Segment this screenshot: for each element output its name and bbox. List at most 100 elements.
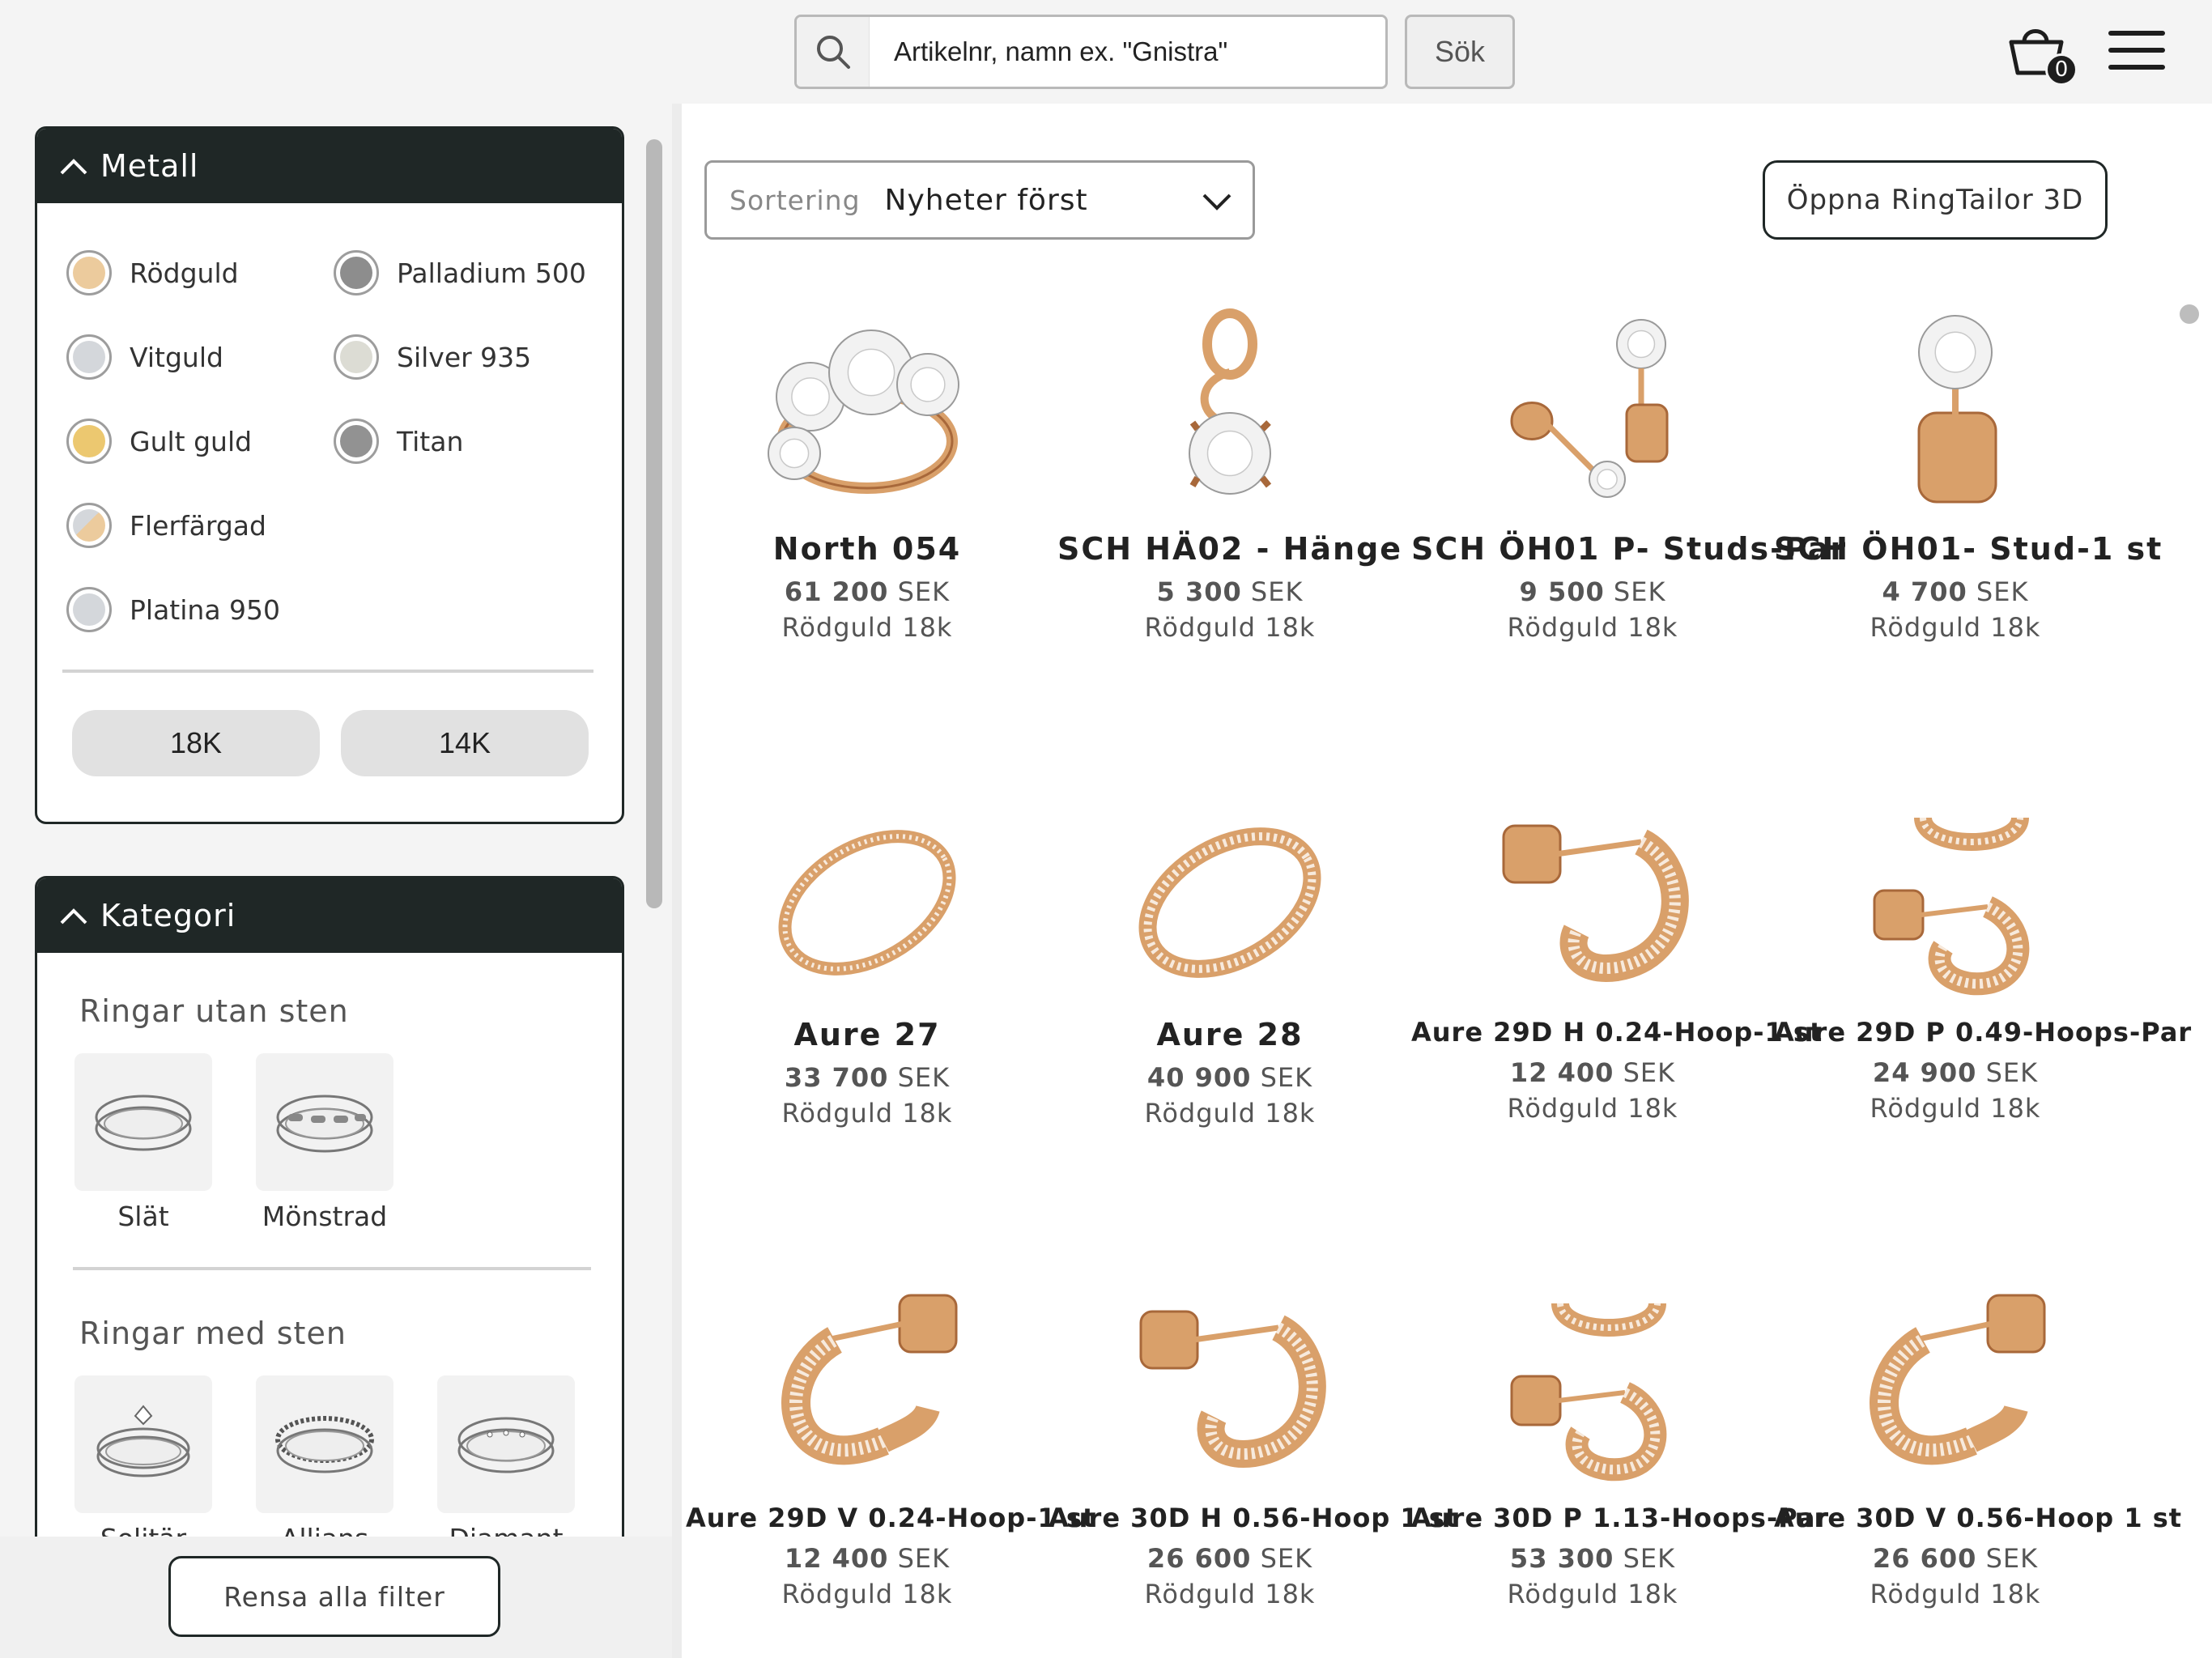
metal-option-label: Palladium 500 [397, 257, 586, 289]
chevron-down-icon [1202, 193, 1231, 210]
metal-option-flerfargad[interactable]: Flerfärgad [66, 503, 266, 548]
product-metal: Rödguld 18k [781, 1098, 953, 1129]
product-name[interactable]: Aure 30D H 0.56-Hoop 1 st [1049, 1503, 1457, 1533]
metal-option-platina[interactable]: Platina 950 [66, 587, 280, 632]
metal-option-palladium[interactable]: Palladium 500 [334, 250, 586, 295]
open-ringtailor-3d-button[interactable]: Öppna RingTailor 3D [1763, 160, 2108, 240]
price-currency: SEK [1623, 1543, 1676, 1574]
category-item-slat[interactable]: Slät [74, 1053, 212, 1232]
product-name[interactable]: SCH HÄ02 - Hänge [1049, 531, 1411, 567]
product-name[interactable]: SCH ÖH01- Stud-1 st [1774, 531, 2161, 567]
price-amount: 53 300 [1509, 1543, 1614, 1574]
product-metal: Rödguld 18k [1144, 1098, 1316, 1129]
product-image[interactable] [1774, 1263, 2137, 1482]
price-amount: 5 300 [1156, 576, 1242, 607]
product-metal: Rödguld 18k [781, 1579, 953, 1609]
price-amount: 12 400 [1509, 1057, 1614, 1088]
metal-options: Rödguld Palladium 500 Vitguld Silver 935… [37, 203, 622, 776]
clear-all-filters-button[interactable]: Rensa alla filter [168, 1556, 500, 1637]
category-item-label: Slät [117, 1201, 169, 1232]
product-metal: Rödguld 18k [1144, 612, 1316, 643]
product-name[interactable]: Aure 27 [686, 1017, 1049, 1052]
category-panel-title: Kategori [100, 898, 236, 933]
product-card[interactable]: Aure 29D V 0.24-Hoop-1 st 12 400 SEK Rödgu… [686, 1263, 1095, 1609]
product-image[interactable] [1049, 291, 1411, 510]
metal-option-vitguld[interactable]: Vitguld [66, 334, 223, 380]
product-name[interactable]: SCH ÖH01 P- Studs-Par [1411, 531, 1845, 567]
product-name[interactable]: North 054 [686, 531, 1049, 567]
product-card[interactable]: SCH ÖH01 P- Studs-Par 9 500 SEK Rödguld 18… [1411, 291, 1845, 643]
metal-option-titan[interactable]: Titan [334, 419, 463, 464]
cart-button[interactable]: 0 [2006, 21, 2081, 86]
price-currency: SEK [897, 576, 951, 607]
patterned-ring-icon [256, 1053, 393, 1191]
price-currency: SEK [1260, 1543, 1313, 1574]
plain-ring-icon [74, 1053, 212, 1191]
product-card[interactable]: Aure 29D H 0.24-Hoop-1 st 12 400 SEK Rödgu… [1411, 777, 1822, 1124]
product-name[interactable]: Aure 29D V 0.24-Hoop-1 st [686, 1503, 1095, 1533]
product-price: 26 600 SEK [1774, 1543, 2137, 1574]
metal-option-silver[interactable]: Silver 935 [334, 334, 531, 380]
product-card[interactable]: Aure 30D V 0.56-Hoop 1 st 26 600 SEK Rödgu… [1774, 1263, 2181, 1609]
product-price: 40 900 SEK [1049, 1062, 1411, 1093]
product-card[interactable]: Aure 29D P 0.49-Hoops-Par 24 900 SEK Rödgu… [1774, 777, 2191, 1124]
price-currency: SEK [1985, 1543, 2039, 1574]
product-metal: Rödguld 18k [1507, 612, 1678, 643]
product-image[interactable] [1411, 1263, 1774, 1482]
cart-count-badge: 0 [2045, 53, 2078, 86]
metal-option-rodguld[interactable]: Rödguld [66, 250, 239, 295]
chevron-up-icon [60, 908, 87, 925]
search-icon[interactable] [797, 17, 870, 87]
category-item-monstrad[interactable]: Mönstrad [256, 1053, 393, 1232]
category-item-allians[interactable]: Allians [256, 1375, 393, 1537]
product-name[interactable]: Aure 29D H 0.24-Hoop-1 st [1411, 1017, 1822, 1048]
product-image[interactable] [686, 777, 1049, 996]
metal-option-gult-guld[interactable]: Gult guld [66, 419, 252, 464]
product-image[interactable] [686, 1263, 1049, 1482]
sidebar-scrollbar[interactable] [646, 139, 662, 908]
karat-18k-button[interactable]: 18K [72, 710, 320, 776]
product-image[interactable] [1774, 291, 2137, 510]
karat-14k-button[interactable]: 14K [341, 710, 589, 776]
product-card[interactable]: Aure 28 40 900 SEK Rödguld 18k [1049, 777, 1411, 1129]
metal-swatch [340, 341, 372, 373]
search-input[interactable] [870, 17, 1385, 87]
product-metal: Rödguld 18k [1144, 1579, 1316, 1609]
metal-swatch [73, 509, 105, 542]
product-name[interactable]: Aure 28 [1049, 1017, 1411, 1052]
product-image[interactable] [686, 291, 1049, 510]
metal-swatch [73, 257, 105, 289]
product-image[interactable] [1411, 291, 1774, 510]
solitaire-ring-icon [74, 1375, 212, 1513]
category-item-solitar[interactable]: Solitär [74, 1375, 212, 1537]
product-name[interactable]: Aure 30D P 1.13-Hoops-Par [1411, 1503, 1828, 1533]
price-amount: 24 900 [1872, 1057, 1977, 1088]
product-card[interactable]: Aure 27 33 700 SEK Rödguld 18k [686, 777, 1049, 1129]
product-price: 24 900 SEK [1774, 1057, 2137, 1088]
product-name[interactable]: Aure 29D P 0.49-Hoops-Par [1774, 1017, 2191, 1048]
product-card[interactable]: North 054 61 200 SEK Rödguld 18k [686, 291, 1049, 643]
product-card[interactable]: SCH ÖH01- Stud-1 st 4 700 SEK Rödguld 18k [1774, 291, 2161, 643]
product-card[interactable]: SCH HÄ02 - Hänge 5 300 SEK Rödguld 18k [1049, 291, 1411, 643]
product-name[interactable]: Aure 30D V 0.56-Hoop 1 st [1774, 1503, 2181, 1533]
panel-divider [73, 1267, 591, 1270]
metal-filter-panel: Metall Rödguld Palladium 500 Vitguld Sil… [35, 126, 624, 824]
category-item-diamant[interactable]: Diamant [437, 1375, 575, 1537]
product-price: 12 400 SEK [1411, 1057, 1774, 1088]
search-button[interactable]: Sök [1405, 15, 1515, 89]
product-image[interactable] [1049, 1263, 1411, 1482]
product-image[interactable] [1411, 777, 1774, 996]
top-bar: Sök 0 [0, 0, 2212, 104]
hamburger-menu-icon[interactable] [2108, 31, 2165, 71]
search-box[interactable] [794, 15, 1388, 89]
product-card[interactable]: Aure 30D P 1.13-Hoops-Par 53 300 SEK Rödgu… [1411, 1263, 1828, 1609]
sort-select[interactable]: Sortering Nyheter först [704, 160, 1255, 240]
product-image[interactable] [1049, 777, 1411, 996]
product-card[interactable]: Aure 30D H 0.56-Hoop 1 st 26 600 SEK Rödgu… [1049, 1263, 1457, 1609]
metal-panel-header[interactable]: Metall [37, 129, 622, 203]
product-image[interactable] [1774, 777, 2137, 996]
category-panel-header[interactable]: Kategori [37, 878, 622, 953]
product-price: 4 700 SEK [1774, 576, 2137, 607]
category-group-title: Ringar med sten [79, 1316, 347, 1351]
chevron-up-icon [60, 159, 87, 175]
